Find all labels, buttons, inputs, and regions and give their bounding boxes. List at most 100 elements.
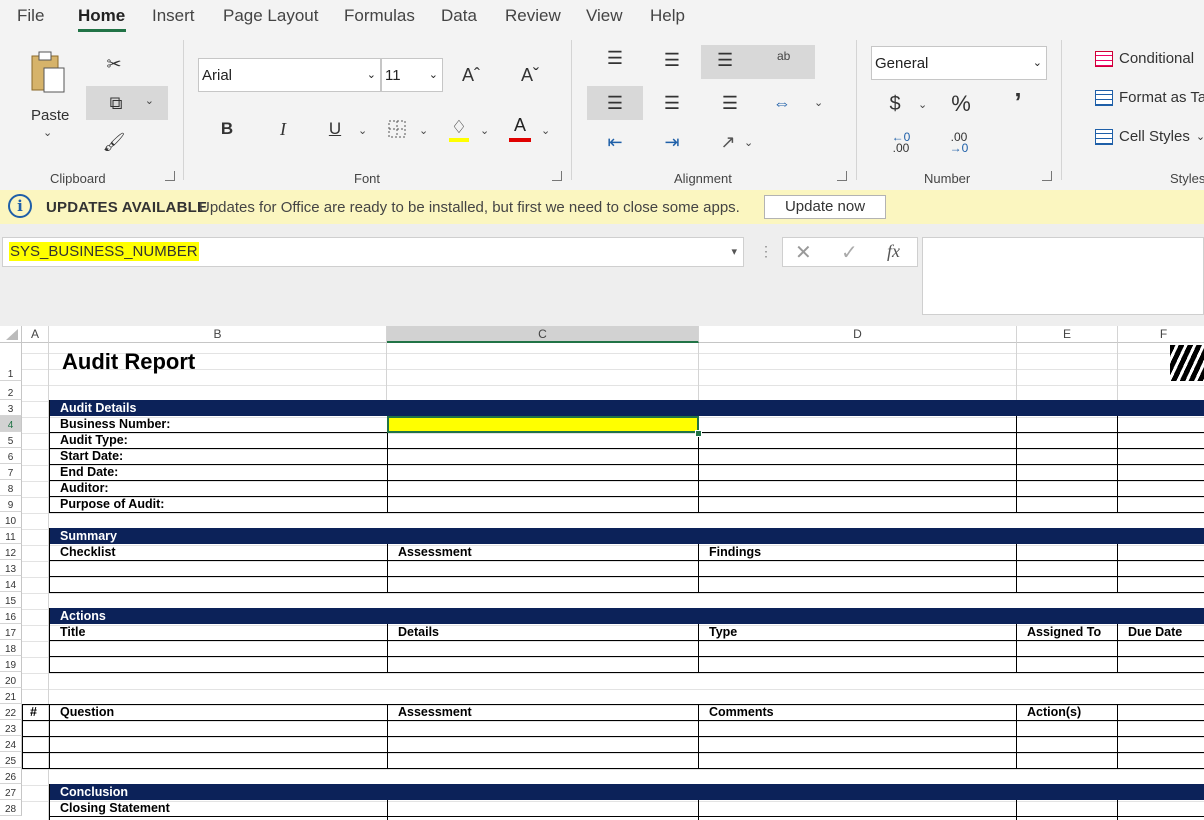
column-header-c[interactable]: C [387,326,699,343]
row-header[interactable]: 18 [0,640,22,656]
tab-review[interactable]: Review [505,6,561,26]
format-painter-icon[interactable]: 🖌 [100,128,128,156]
align-left-icon[interactable]: ☰ [587,86,643,120]
tab-file[interactable]: File [17,6,44,26]
row-header[interactable]: 5 [0,432,22,448]
column-header-f[interactable]: F [1118,326,1204,343]
row-header[interactable]: 14 [0,576,22,592]
chevron-down-icon[interactable]: ▾ [731,245,737,258]
paste-dropdown-icon[interactable]: ⌄ [43,126,52,139]
currency-button[interactable]: $ [882,90,908,118]
row-header[interactable]: 26 [0,768,22,784]
percent-button[interactable]: % [946,90,976,118]
audit-details-header[interactable]: Audit Details [60,401,136,416]
row-header[interactable]: 27 [0,784,22,800]
row-header[interactable]: 10 [0,512,22,528]
orientation-dropdown-icon[interactable]: ⌄ [744,136,753,149]
tab-page-layout[interactable]: Page Layout [223,6,318,26]
row-header[interactable]: 24 [0,736,22,752]
increase-decimal-button[interactable]: ←0 .00 [886,129,916,157]
findings-column-header[interactable]: Findings [709,545,761,560]
column-header-b[interactable]: B [49,326,387,343]
summary-header[interactable]: Summary [60,529,117,544]
number-column-header[interactable]: # [30,705,37,720]
copy-button[interactable]: ⧉ ⌄ [86,86,168,120]
shrink-font-button[interactable]: Aˇ [515,60,545,90]
underline-button[interactable]: U [322,114,348,144]
assigned-to-column-header[interactable]: Assigned To [1027,625,1101,640]
clipboard-launcher-icon[interactable] [165,171,175,181]
row-header[interactable]: 28 [0,800,22,816]
row-header[interactable]: 3 [0,400,22,416]
row-header[interactable]: 19 [0,656,22,672]
row-header-selected[interactable]: 4 [0,416,22,432]
number-launcher-icon[interactable] [1042,171,1052,181]
align-right-icon[interactable]: ☰ [715,89,745,117]
tab-formulas[interactable]: Formulas [344,6,415,26]
bold-button[interactable]: B [214,114,240,144]
row-header[interactable]: 9 [0,496,22,512]
font-launcher-icon[interactable] [552,171,562,181]
cancel-icon[interactable]: ✕ [795,240,812,265]
currency-dropdown-icon[interactable]: ⌄ [918,98,927,111]
paste-label[interactable]: Paste [31,107,69,124]
purpose-of-audit-label[interactable]: Purpose of Audit: [60,497,164,512]
enter-icon[interactable]: ✓ [841,240,858,265]
assessment-column-header[interactable]: Assessment [398,545,472,560]
row-header[interactable]: 20 [0,672,22,688]
cut-icon[interactable]: ✂ [100,50,128,78]
font-size-select[interactable]: 11 ⌄ [381,58,443,92]
details-column-header[interactable]: Details [398,625,439,640]
row-header[interactable]: 13 [0,560,22,576]
formula-input[interactable] [922,237,1204,315]
underline-dropdown-icon[interactable]: ⌄ [358,124,367,137]
row-header[interactable]: 2 [0,381,22,400]
row-header[interactable]: 23 [0,720,22,736]
business-number-label[interactable]: Business Number: [60,417,170,432]
merge-center-icon[interactable]: ⇔ [768,89,796,117]
report-title[interactable]: Audit Report [62,349,195,375]
row-header[interactable]: 21 [0,688,22,704]
due-date-column-header[interactable]: Due Date [1128,625,1182,640]
checklist-column-header[interactable]: Checklist [60,545,116,560]
start-date-label[interactable]: Start Date: [60,449,123,464]
align-center-icon[interactable]: ☰ [657,89,687,117]
end-date-label[interactable]: End Date: [60,465,118,480]
insert-function-button[interactable]: fx [887,241,900,262]
bottom-align-button[interactable]: ☰ ab [701,45,815,79]
assessment-column-header[interactable]: Assessment [398,705,472,720]
conclusion-header[interactable]: Conclusion [60,785,128,800]
fill-color-dropdown-icon[interactable]: ⌄ [480,124,489,137]
row-header[interactable]: 22 [0,704,22,720]
row-header[interactable]: 15 [0,592,22,608]
row-header[interactable]: 11 [0,528,22,544]
merge-dropdown-icon[interactable]: ⌄ [814,96,823,109]
fill-color-icon[interactable]: ♢ [446,114,472,140]
selected-cell-business-number[interactable] [387,416,699,433]
row-header[interactable]: 8 [0,480,22,496]
tab-data[interactable]: Data [441,6,477,26]
fill-handle[interactable] [695,430,702,437]
alignment-launcher-icon[interactable] [837,171,847,181]
actions-header[interactable]: Actions [60,609,106,624]
row-header[interactable]: 6 [0,448,22,464]
tab-insert[interactable]: Insert [152,6,195,26]
formula-bar-grip-icon[interactable]: ⋮ [759,243,773,260]
tab-view[interactable]: View [586,6,623,26]
column-header-e[interactable]: E [1017,326,1118,343]
name-box[interactable]: SYS_BUSINESS_NUMBER ▾ [2,237,744,267]
title-column-header[interactable]: Title [60,625,85,640]
tab-home[interactable]: Home [78,6,125,26]
row-header[interactable]: 1 [0,343,22,381]
font-color-icon[interactable]: A [507,112,533,138]
row-header[interactable]: 7 [0,464,22,480]
borders-dropdown-icon[interactable]: ⌄ [419,124,428,137]
row-header[interactable]: 16 [0,608,22,624]
type-column-header[interactable]: Type [709,625,737,640]
tab-help[interactable]: Help [650,6,685,26]
italic-button[interactable]: I [270,114,296,144]
number-format-select[interactable]: General ⌄ [871,46,1047,80]
question-column-header[interactable]: Question [60,705,114,720]
select-all-button[interactable] [0,326,22,343]
audit-type-label[interactable]: Audit Type: [60,433,128,448]
